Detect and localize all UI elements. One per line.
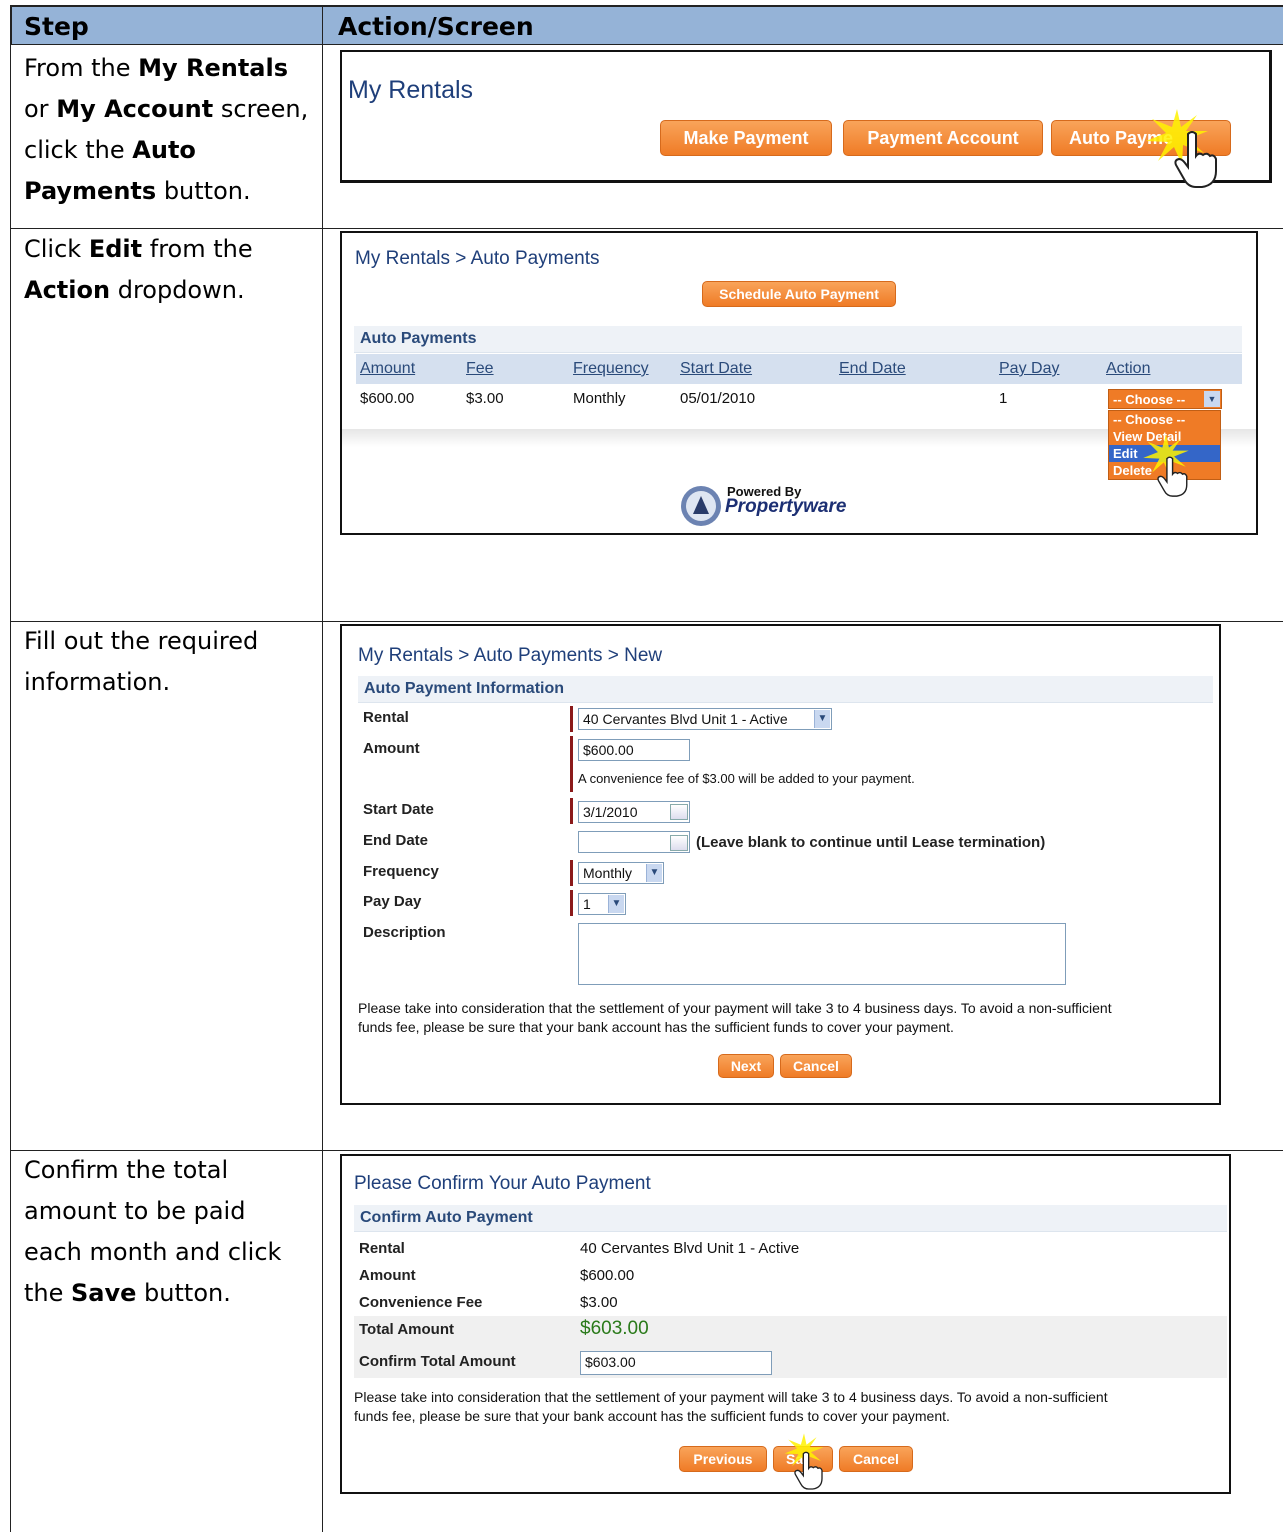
cell-frequency: Monthly — [573, 390, 626, 407]
pay-day-select[interactable]: 1 ▼ — [578, 893, 626, 915]
confirm-total-input[interactable]: $603.00 — [580, 1351, 772, 1375]
rental-label: Rental — [359, 1240, 405, 1257]
new-auto-payment-screenshot: My Rentals > Auto Payments > New Auto Pa… — [340, 624, 1221, 1105]
cell-pay-day: 1 — [999, 390, 1008, 407]
cell-amount: $600.00 — [360, 390, 415, 407]
end-date-label: End Date — [363, 832, 429, 849]
step-2-text: Click Edit from the Action dropdown. — [24, 235, 253, 304]
auto-payments-screenshot: My Rentals > Auto Payments Schedule Auto… — [340, 231, 1258, 535]
frequency-label: Frequency — [363, 863, 439, 880]
hand-cursor-icon — [1157, 456, 1188, 497]
settlement-disclaimer: Please take into consideration that the … — [354, 1389, 1108, 1424]
calendar-icon[interactable] — [670, 804, 688, 820]
column-amount[interactable]: Amount — [360, 360, 415, 378]
cancel-button[interactable]: Cancel — [839, 1446, 913, 1472]
chevron-down-icon[interactable]: ▼ — [1204, 391, 1220, 407]
chevron-down-icon[interactable]: ▼ — [608, 895, 624, 913]
page-title: My Rentals — [348, 76, 474, 104]
column-action[interactable]: Action — [1106, 360, 1150, 378]
action-select[interactable]: -- Choose -- ▼ — [1108, 389, 1222, 409]
previous-button[interactable]: Previous — [679, 1446, 767, 1472]
make-payment-button[interactable]: Make Payment — [660, 120, 832, 156]
rental-select[interactable]: 40 Cervantes Blvd Unit 1 - Active ▼ — [578, 708, 832, 730]
amount-label: Amount — [359, 1267, 416, 1284]
schedule-auto-payment-button[interactable]: Schedule Auto Payment — [702, 281, 896, 307]
pay-day-label: Pay Day — [363, 893, 422, 910]
chevron-down-icon[interactable]: ▼ — [814, 710, 830, 728]
cell-start-date: 05/01/2010 — [680, 390, 756, 407]
section-header: Auto Payments — [354, 326, 1242, 353]
total-amount-value: $603.00 — [580, 1318, 649, 1339]
frequency-select[interactable]: Monthly ▼ — [578, 862, 664, 884]
propertyware-brand: Propertyware — [725, 496, 847, 517]
step-3-text: Fill out the required information. — [24, 627, 259, 696]
end-date-note: (Leave blank to continue until Lease ter… — [696, 834, 1046, 851]
breadcrumb: My Rentals > Auto Payments — [355, 248, 600, 269]
payment-account-button[interactable]: Payment Account — [843, 120, 1043, 156]
cell-fee: $3.00 — [466, 390, 504, 407]
convenience-fee-note: A convenience fee of $3.00 will be added… — [578, 771, 915, 786]
column-end-date[interactable]: End Date — [839, 360, 906, 378]
convenience-fee-value: $3.00 — [580, 1294, 618, 1311]
column-start-date[interactable]: Start Date — [680, 360, 752, 378]
header-step: Step — [24, 12, 89, 41]
step-1-text: From the My Rentals or My Account screen… — [24, 54, 309, 205]
cancel-button[interactable]: Cancel — [780, 1054, 852, 1078]
required-marker — [570, 706, 573, 732]
rental-value: 40 Cervantes Blvd Unit 1 - Active — [580, 1240, 800, 1257]
confirm-auto-payment-screenshot: Please Confirm Your Auto Payment Confirm… — [340, 1154, 1231, 1494]
chevron-down-icon[interactable]: ▼ — [646, 864, 662, 882]
amount-value: $600.00 — [580, 1267, 635, 1284]
column-fee[interactable]: Fee — [466, 360, 494, 378]
required-marker — [570, 860, 573, 886]
hand-cursor-icon — [1174, 131, 1217, 188]
table-column-divider — [322, 5, 323, 1532]
required-marker — [570, 890, 573, 916]
section-header: Auto Payment Information — [358, 676, 1213, 703]
description-label: Description — [363, 924, 446, 941]
page-title: Please Confirm Your Auto Payment — [354, 1173, 651, 1194]
step-4-text: Confirm the total amount to be paid each… — [24, 1156, 282, 1307]
next-button[interactable]: Next — [718, 1054, 774, 1078]
settlement-disclaimer: Please take into consideration that the … — [358, 1000, 1112, 1035]
column-pay-day[interactable]: Pay Day — [999, 360, 1059, 378]
description-textarea[interactable] — [578, 923, 1066, 985]
column-frequency[interactable]: Frequency — [573, 360, 649, 378]
section-header: Confirm Auto Payment — [354, 1205, 1227, 1232]
amount-label: Amount — [363, 740, 420, 757]
start-date-label: Start Date — [363, 801, 434, 818]
my-rentals-screenshot: My Rentals Make Payment Payment Account … — [340, 50, 1272, 188]
propertyware-logo-icon — [681, 486, 721, 526]
total-amount-label: Total Amount — [359, 1321, 454, 1338]
rental-label: Rental — [363, 709, 409, 726]
required-marker — [570, 798, 573, 824]
required-marker — [570, 736, 573, 792]
table-left-border — [10, 5, 11, 1532]
confirm-total-label: Confirm Total Amount — [359, 1353, 516, 1370]
header-action: Action/Screen — [338, 12, 534, 41]
table-header: Step Action/Screen — [10, 5, 1283, 45]
breadcrumb: My Rentals > Auto Payments > New — [358, 645, 663, 666]
convenience-fee-label: Convenience Fee — [359, 1294, 483, 1311]
calendar-icon[interactable] — [670, 835, 688, 851]
hand-cursor-icon — [794, 1451, 823, 1490]
menu-item-choose[interactable]: -- Choose -- — [1109, 411, 1220, 428]
amount-input[interactable]: $600.00 — [578, 739, 690, 761]
